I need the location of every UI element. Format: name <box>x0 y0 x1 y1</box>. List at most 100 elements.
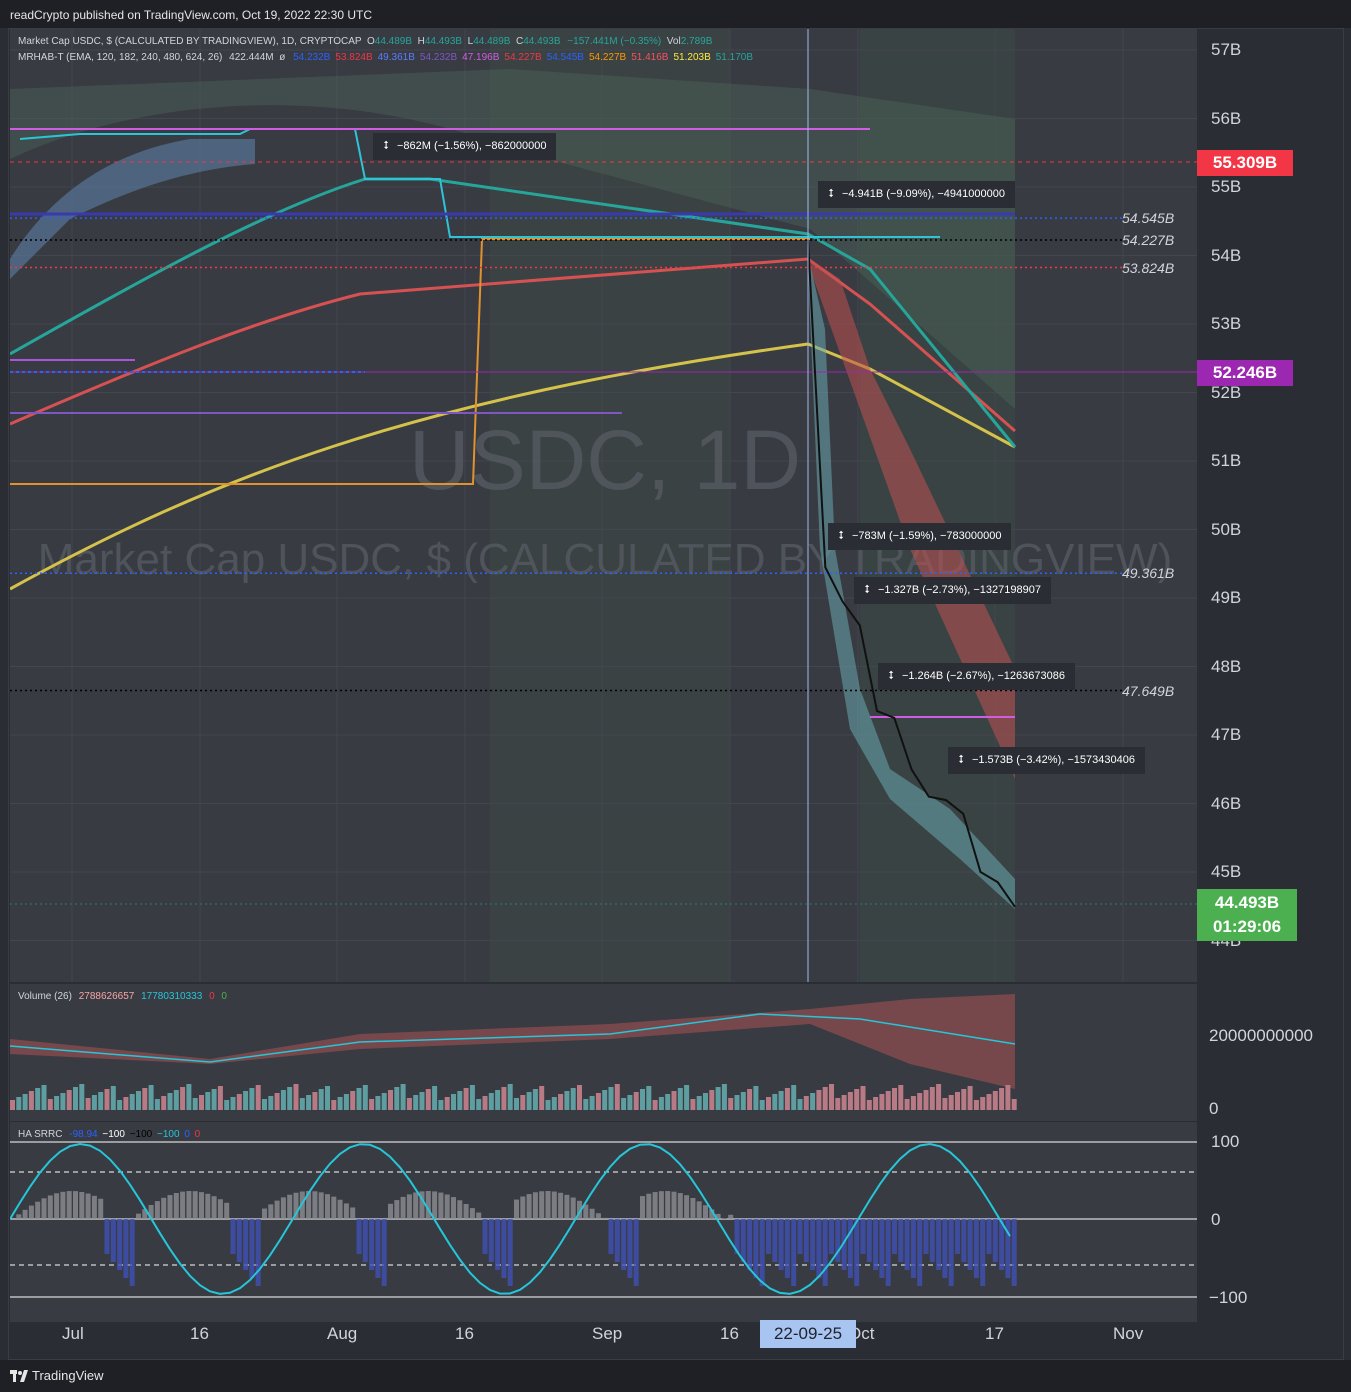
volume-pane[interactable]: Volume (26) 2788626657 17780310333 0 0 <box>10 984 1341 1121</box>
volume-bar <box>28 1091 34 1110</box>
volume-bar <box>791 1085 797 1110</box>
osc-bar <box>923 1219 929 1254</box>
osc-bar <box>325 1194 330 1219</box>
osc-bar <box>747 1219 753 1270</box>
volume-bar <box>255 1085 261 1110</box>
volume-bar <box>847 1092 853 1110</box>
measurement-label[interactable]: ⭥ −1.573B (−3.42%), −1573430406 <box>948 747 1145 774</box>
osc-bar <box>652 1192 658 1219</box>
volume-bar <box>602 1090 608 1110</box>
volume-bar <box>243 1091 249 1110</box>
time-axis-tick: 17 <box>985 1324 1004 1343</box>
oscillator-pane[interactable]: HA SRRC -98.94 −100 −100 −100 0 0 <box>10 1122 1341 1322</box>
osc-bar <box>66 1191 72 1219</box>
volume-bar <box>268 1096 274 1110</box>
measurement-label[interactable]: ⭥ −1.264B (−2.67%), −1263673086 <box>878 663 1075 690</box>
measure-icon: ⭥ <box>383 140 389 152</box>
measurement-text: −1.264B (−2.67%), −1263673086 <box>901 670 1065 682</box>
osc-bar <box>772 1219 778 1262</box>
volume-bar <box>898 1085 904 1110</box>
volume-bar <box>999 1088 1005 1110</box>
measurement-label[interactable]: ⭥ −862M (−1.56%), −862000000 <box>373 133 557 160</box>
osc-bar <box>255 1219 261 1286</box>
price-chart[interactable]: USDC, 1D Market Cap USDC, $ (CALCULATED … <box>10 29 1341 982</box>
osc-bar <box>942 1219 948 1278</box>
osc-bar <box>192 1191 198 1219</box>
volume-bar <box>394 1087 400 1110</box>
osc-v5: 0 <box>184 1129 190 1140</box>
volume-bar <box>816 1090 822 1110</box>
osc-bar <box>1011 1219 1017 1286</box>
volume-v3: 0 <box>209 991 215 1002</box>
price-axis[interactable]: 57B56B55B54B53B52B51B50B49B48B47B46B45B4… <box>1122 29 1342 982</box>
volume-bar <box>476 1099 482 1110</box>
osc-bar <box>236 1219 242 1262</box>
volume-bar <box>217 1086 223 1110</box>
measurement-label[interactable]: ⭥ −783M (−1.59%), −783000000 <box>828 523 1012 550</box>
volume-bar <box>318 1089 324 1110</box>
osc-bar <box>173 1192 179 1219</box>
volume-axis[interactable]: 20000000000 0 <box>1197 984 1342 1121</box>
legend-indicator-val: 422.444M <box>229 52 274 63</box>
volume-bar <box>677 1088 683 1110</box>
legend-indicator-value: 51.416B <box>631 52 669 63</box>
volume-chart[interactable] <box>10 984 1341 1121</box>
osc-bar <box>205 1193 211 1219</box>
osc-bar <box>526 1194 532 1219</box>
price-pane[interactable]: USDC, 1D Market Cap USDC, $ (CALCULATED … <box>10 29 1341 982</box>
osc-bar <box>331 1196 337 1219</box>
osc-bar <box>312 1191 318 1219</box>
legend-close: 44.493B <box>523 36 561 47</box>
volume-bar <box>167 1093 173 1110</box>
legend-line-2: MRHAB-T (EMA, 120, 182, 240, 480, 624, 2… <box>18 52 754 63</box>
price-axis-tick: 50B <box>1211 519 1242 539</box>
volume-bar <box>199 1095 204 1110</box>
osc-bar <box>992 1219 998 1262</box>
osc-bar <box>1005 1219 1011 1278</box>
volume-bar <box>337 1097 343 1110</box>
osc-bar <box>759 1219 765 1286</box>
volume-bar <box>350 1091 356 1110</box>
osc-bar <box>810 1219 816 1270</box>
osc-bar <box>73 1191 78 1219</box>
volume-bar <box>98 1092 104 1110</box>
volume-bar <box>614 1084 620 1110</box>
osc-bar <box>740 1219 746 1262</box>
legend-indicator-value: 47.196B <box>462 52 500 63</box>
volume-bar <box>186 1084 192 1110</box>
oscillator-legend: HA SRRC -98.94 −100 −100 −100 0 0 <box>18 1129 200 1140</box>
legend-indicator-values: 54.232B 53.824B 49.361B 54.232B 47.196B 54.22… <box>288 52 753 63</box>
volume-bar <box>766 1097 771 1110</box>
price-axis-tick: 46B <box>1211 793 1242 813</box>
oscillator-chart[interactable] <box>10 1122 1341 1322</box>
volume-bar <box>835 1098 841 1110</box>
volume-bar <box>658 1097 664 1110</box>
osc-bar <box>274 1200 280 1219</box>
osc-bar <box>488 1219 494 1262</box>
legend-indicator-value: 51.170B <box>715 52 754 63</box>
osc-bar <box>230 1219 236 1254</box>
oscillator-axis[interactable]: 100 0 −100 <box>1197 1122 1342 1322</box>
volume-bar <box>721 1084 727 1110</box>
osc-bar <box>986 1219 992 1254</box>
volume-bar <box>715 1087 721 1110</box>
volume-bar <box>829 1084 834 1110</box>
volume-bar <box>507 1084 513 1110</box>
volume-bar <box>16 1097 22 1110</box>
volume-bar <box>778 1091 784 1110</box>
legend-indicator-value: 54.232B <box>293 52 331 63</box>
measurement-label[interactable]: ⭥ −1.327B (−2.73%), −1327198907 <box>854 577 1051 604</box>
osc-bar <box>602 1217 608 1219</box>
osc-bar <box>180 1191 186 1219</box>
time-axis-tick: Aug <box>327 1324 358 1343</box>
osc-bar <box>217 1199 223 1219</box>
legend-indicator-title: MRHAB-T (EMA, 120, 182, 240, 480, 624, 2… <box>18 52 223 63</box>
measurement-label[interactable]: ⭥ −4.941B (−9.09%), −4941000000 <box>818 181 1015 208</box>
volume-bar <box>230 1097 236 1110</box>
volume-bar <box>961 1089 967 1110</box>
volume-bar <box>652 1100 658 1110</box>
osc-bar <box>47 1195 53 1219</box>
time-axis[interactable]: Jul 16 Aug 16 Sep 16 Oct 17 Nov 22-09-25 <box>10 1320 1197 1358</box>
volume-bar <box>703 1093 708 1110</box>
osc-bar <box>280 1197 286 1219</box>
